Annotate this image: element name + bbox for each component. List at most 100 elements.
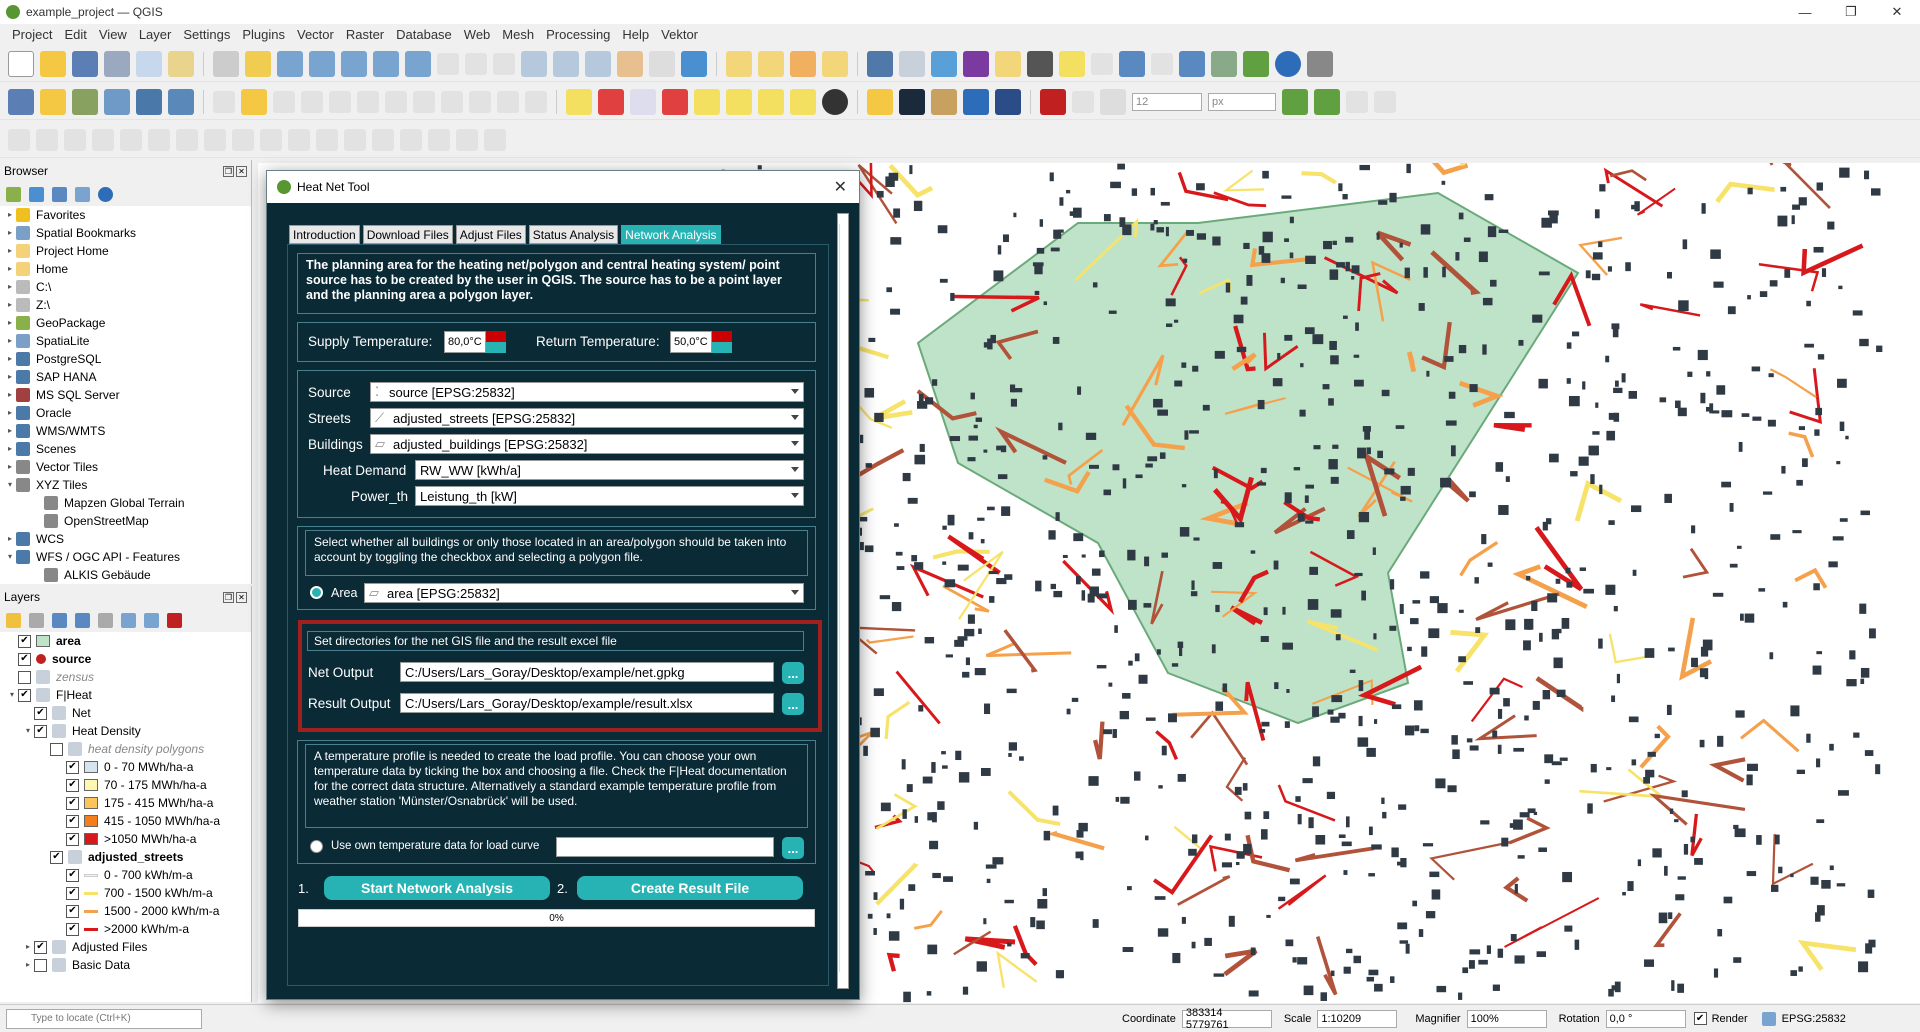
- float-panel-icon[interactable]: ❐: [223, 591, 234, 603]
- tab-introduction[interactable]: Introduction: [289, 225, 360, 244]
- save-as-icon[interactable]: [104, 50, 130, 77]
- menu-help[interactable]: Help: [616, 27, 655, 42]
- close-button[interactable]: ✕: [1874, 0, 1920, 24]
- tab-download-files[interactable]: Download Files: [362, 225, 453, 244]
- layer-visibility-checkbox[interactable]: ✔: [66, 904, 79, 918]
- crs-button[interactable]: EPSG:25832: [1761, 1011, 1846, 1026]
- new-map-view-icon[interactable]: [521, 50, 547, 77]
- layer-visibility-checkbox[interactable]: ✔: [34, 724, 47, 738]
- layer-visibility-checkbox[interactable]: ✔: [34, 706, 47, 720]
- layer-visibility-checkbox[interactable]: [18, 670, 31, 684]
- refresh-icon[interactable]: [681, 50, 707, 77]
- pan-icon[interactable]: [213, 50, 239, 77]
- browser-item[interactable]: ▸ WMS/WMTS: [4, 422, 251, 440]
- menu-project[interactable]: Project: [6, 27, 58, 42]
- own-temperature-checkbox[interactable]: [310, 840, 323, 853]
- rotation-field[interactable]: 0,0 °: [1605, 1009, 1686, 1028]
- menu-database[interactable]: Database: [390, 27, 458, 42]
- layer-item[interactable]: ▾ ✔ F|Heat: [6, 686, 251, 704]
- expand-arrow-icon[interactable]: ▾: [6, 686, 18, 704]
- browser-item[interactable]: ▸ C:\: [4, 278, 251, 296]
- zoom-full-icon[interactable]: [341, 50, 367, 77]
- area-select[interactable]: ▱ area [EPSG:25832]: [364, 583, 804, 603]
- menu-edit[interactable]: Edit: [58, 27, 92, 42]
- statistics-icon[interactable]: [963, 50, 989, 77]
- undo-arrow-icon[interactable]: [963, 88, 989, 115]
- add-raster-icon[interactable]: [104, 88, 130, 115]
- layer-item[interactable]: heat density polygons: [6, 740, 251, 758]
- label-show-icon[interactable]: [662, 88, 688, 115]
- expand-arrow-icon[interactable]: ▾: [22, 722, 34, 740]
- layer-visibility-checkbox[interactable]: ✔: [66, 760, 79, 774]
- browser-item[interactable]: ALKIS Gebäude: [4, 566, 251, 584]
- menu-vector[interactable]: Vector: [291, 27, 340, 42]
- expand-arrow-icon[interactable]: ▸: [4, 206, 16, 224]
- browser-item[interactable]: ▾ WFS / OGC API - Features: [4, 548, 251, 566]
- deselect-icon[interactable]: [790, 50, 816, 77]
- expand-arrow-icon[interactable]: ▸: [4, 368, 16, 386]
- area-checkbox[interactable]: [310, 586, 323, 599]
- toggle-editing-icon[interactable]: [241, 88, 267, 115]
- layer-visibility-checkbox[interactable]: ✔: [66, 796, 79, 810]
- collapse-all-icon[interactable]: [144, 612, 159, 628]
- buildings-select[interactable]: ▱ adjusted_buildings [EPSG:25832]: [370, 434, 804, 454]
- label-rotate-icon[interactable]: [726, 88, 752, 115]
- diagram-icon[interactable]: [598, 88, 624, 115]
- select-value-icon[interactable]: [758, 50, 784, 77]
- add-wms-icon[interactable]: [168, 88, 194, 115]
- temperature-file-input[interactable]: [556, 837, 774, 857]
- layer-visibility-checkbox[interactable]: ✔: [66, 886, 79, 900]
- layer-item[interactable]: ✔ Net: [6, 704, 251, 722]
- heat-demand-select[interactable]: RW_WW [kWh/a]: [415, 460, 804, 480]
- label-pin-icon[interactable]: [630, 88, 656, 115]
- select-location-icon[interactable]: [822, 50, 848, 77]
- georef-icon[interactable]: [1119, 50, 1145, 77]
- help-box-icon[interactable]: [995, 88, 1021, 115]
- plugin-icon[interactable]: [1243, 50, 1269, 77]
- expand-arrow-icon[interactable]: ▸: [4, 404, 16, 422]
- browser-item[interactable]: Mapzen Global Terrain: [4, 494, 251, 512]
- browser-item[interactable]: ▸ Oracle: [4, 404, 251, 422]
- return-temperature-spinbox[interactable]: 50,0°C: [670, 331, 732, 353]
- layout-manager-icon[interactable]: [168, 50, 194, 77]
- zoom-out-icon[interactable]: [309, 50, 335, 77]
- label-icon[interactable]: [566, 88, 592, 115]
- net-output-browse-button[interactable]: ...: [782, 662, 804, 684]
- close-panel-icon[interactable]: ✕: [236, 591, 247, 603]
- layer-visibility-checkbox[interactable]: ✔: [18, 688, 31, 702]
- temporal-controller-icon[interactable]: [649, 50, 675, 77]
- zoom-layer-icon[interactable]: [405, 50, 431, 77]
- shape-icon[interactable]: [1314, 88, 1340, 115]
- dialog-scrollbar[interactable]: [837, 213, 849, 989]
- power-select[interactable]: Leistung_th [kW]: [415, 486, 804, 506]
- browser-item[interactable]: ▸ Home: [4, 260, 251, 278]
- supply-temperature-value[interactable]: 80,0°C: [444, 331, 486, 353]
- result-output-browse-button[interactable]: ...: [782, 693, 804, 715]
- measure-icon[interactable]: [1027, 50, 1053, 77]
- expand-arrow-icon[interactable]: ▸: [4, 440, 16, 458]
- streets-select[interactable]: ⟋ adjusted_streets [EPSG:25832]: [370, 408, 804, 428]
- collapse-arrow-icon[interactable]: ▾: [4, 476, 16, 494]
- bookmark-icon[interactable]: [585, 50, 611, 77]
- locator-search-input[interactable]: Type to locate (Ctrl+K): [6, 1008, 202, 1029]
- show-bookmarks-icon[interactable]: [617, 50, 643, 77]
- visibility-icon[interactable]: [52, 612, 67, 628]
- expand-arrow-icon[interactable]: ▸: [4, 350, 16, 368]
- browser-item[interactable]: ▸ PostgreSQL: [4, 350, 251, 368]
- select-features-icon[interactable]: [726, 50, 752, 77]
- supply-temperature-spinbox[interactable]: 80,0°C: [444, 331, 506, 353]
- pencil-icon[interactable]: [931, 88, 957, 115]
- snap-type-icon[interactable]: [1100, 88, 1126, 115]
- unit-select[interactable]: px: [1208, 92, 1276, 111]
- layer-visibility-checkbox[interactable]: ✔: [66, 868, 79, 882]
- style-icon[interactable]: [6, 612, 21, 628]
- layer-item[interactable]: ✔ source: [6, 650, 251, 668]
- save-project-icon[interactable]: [72, 50, 98, 77]
- open-project-icon[interactable]: [40, 50, 66, 77]
- expand-arrow-icon[interactable]: ▸: [4, 332, 16, 350]
- layer-item[interactable]: ✔ 175 - 415 MWh/ha-a: [6, 794, 251, 812]
- filter-legend-icon[interactable]: [75, 612, 90, 628]
- menu-view[interactable]: View: [93, 27, 133, 42]
- layer-item[interactable]: ✔ area: [6, 632, 251, 650]
- start-network-analysis-button[interactable]: Start Network Analysis: [324, 876, 550, 900]
